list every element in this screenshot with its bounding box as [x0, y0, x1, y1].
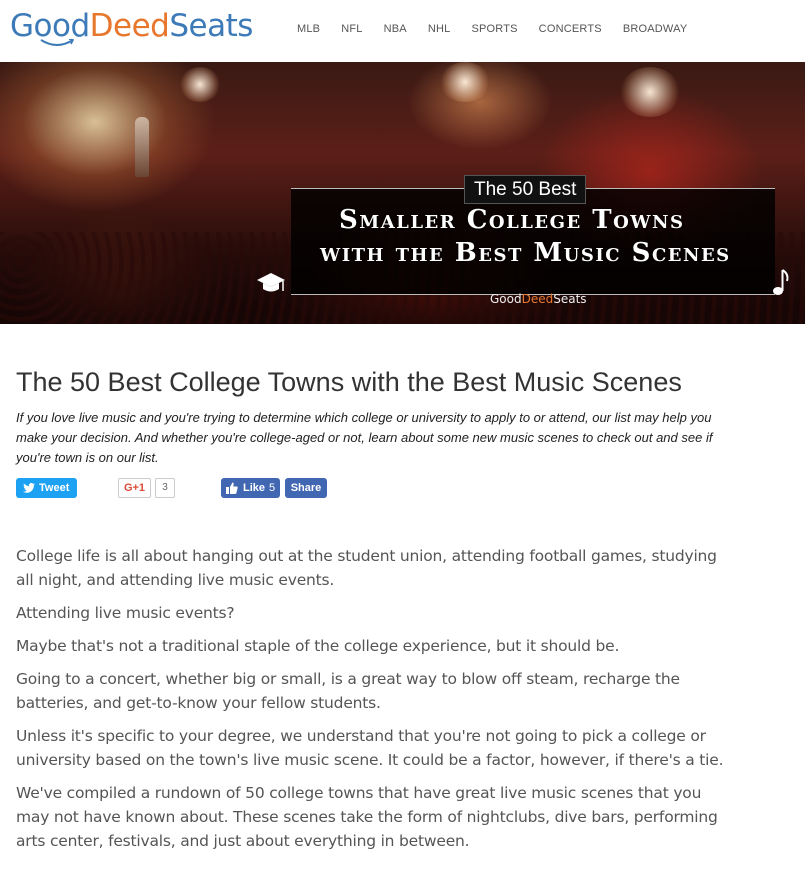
- nav-nfl[interactable]: NFL: [341, 23, 362, 35]
- article: The 50 Best College Towns with the Best …: [16, 366, 776, 862]
- hero-badge: The 50 Best: [464, 175, 587, 204]
- stage-light: [180, 67, 220, 102]
- facebook-like-button[interactable]: Like 5: [221, 478, 280, 498]
- like-label: Like: [243, 482, 266, 494]
- music-note-icon: [773, 269, 789, 295]
- logo-smile-icon: [40, 39, 74, 46]
- google-plus-button[interactable]: G+1: [118, 478, 151, 498]
- nav-mlb[interactable]: MLB: [297, 23, 320, 35]
- paragraph: Maybe that's not a traditional staple of…: [16, 637, 620, 655]
- hero-banner: The 50 Best Smaller College Towns with t…: [0, 62, 805, 324]
- hero-brand-part1: Good: [490, 292, 522, 306]
- like-count: 5: [269, 482, 276, 494]
- logo-text-seats: Seats: [169, 8, 253, 44]
- nav-broadway[interactable]: BROADWAY: [623, 23, 688, 35]
- google-plus-count: 3: [155, 478, 175, 498]
- paragraph: We've compiled a rundown of 50 college t…: [16, 784, 718, 850]
- paragraph: Going to a concert, whether big or small…: [16, 670, 680, 712]
- nav-nba[interactable]: NBA: [384, 23, 407, 35]
- stage-light: [620, 67, 680, 117]
- hero-title-line1: Smaller College Towns: [339, 205, 685, 235]
- performer-figure: [135, 117, 149, 177]
- hero-title-line2: with the Best Music Scenes: [320, 238, 731, 268]
- tweet-button[interactable]: Tweet: [16, 478, 77, 498]
- nav-concerts[interactable]: CONCERTS: [539, 23, 602, 35]
- article-title: The 50 Best College Towns with the Best …: [16, 367, 682, 397]
- article-body: College life is all about hanging out at…: [16, 544, 736, 853]
- hero-brand-part2: Deed: [521, 292, 554, 306]
- article-intro: If you love live music and you're trying…: [16, 410, 713, 465]
- nav-nhl[interactable]: NHL: [428, 23, 451, 35]
- tweet-label: Tweet: [39, 482, 70, 494]
- twitter-bird-icon: [23, 483, 35, 493]
- paragraph: Unless it's specific to your degree, we …: [16, 727, 724, 769]
- main-nav: MLB NFL NBA NHL SPORTS CONCERTS BROADWAY: [297, 23, 708, 35]
- stage-light: [440, 62, 490, 102]
- top-navigation-bar: GoodDeedSeats MLB NFL NBA NHL SPORTS CON…: [0, 0, 805, 62]
- nav-sports[interactable]: SPORTS: [471, 23, 517, 35]
- hero-brand: GoodDeedSeats: [490, 292, 587, 306]
- facebook-share-button[interactable]: Share: [285, 478, 327, 498]
- share-bar: Tweet G+1 3 Like 5 Share: [16, 478, 776, 500]
- hero-brand-part3: Seats: [553, 292, 587, 306]
- paragraph: Attending live music events?: [16, 604, 235, 622]
- graduation-cap-icon: [257, 273, 285, 292]
- paragraph: College life is all about hanging out at…: [16, 547, 717, 589]
- logo-text-deed: Deed: [89, 8, 170, 44]
- thumbs-up-icon: [226, 482, 238, 494]
